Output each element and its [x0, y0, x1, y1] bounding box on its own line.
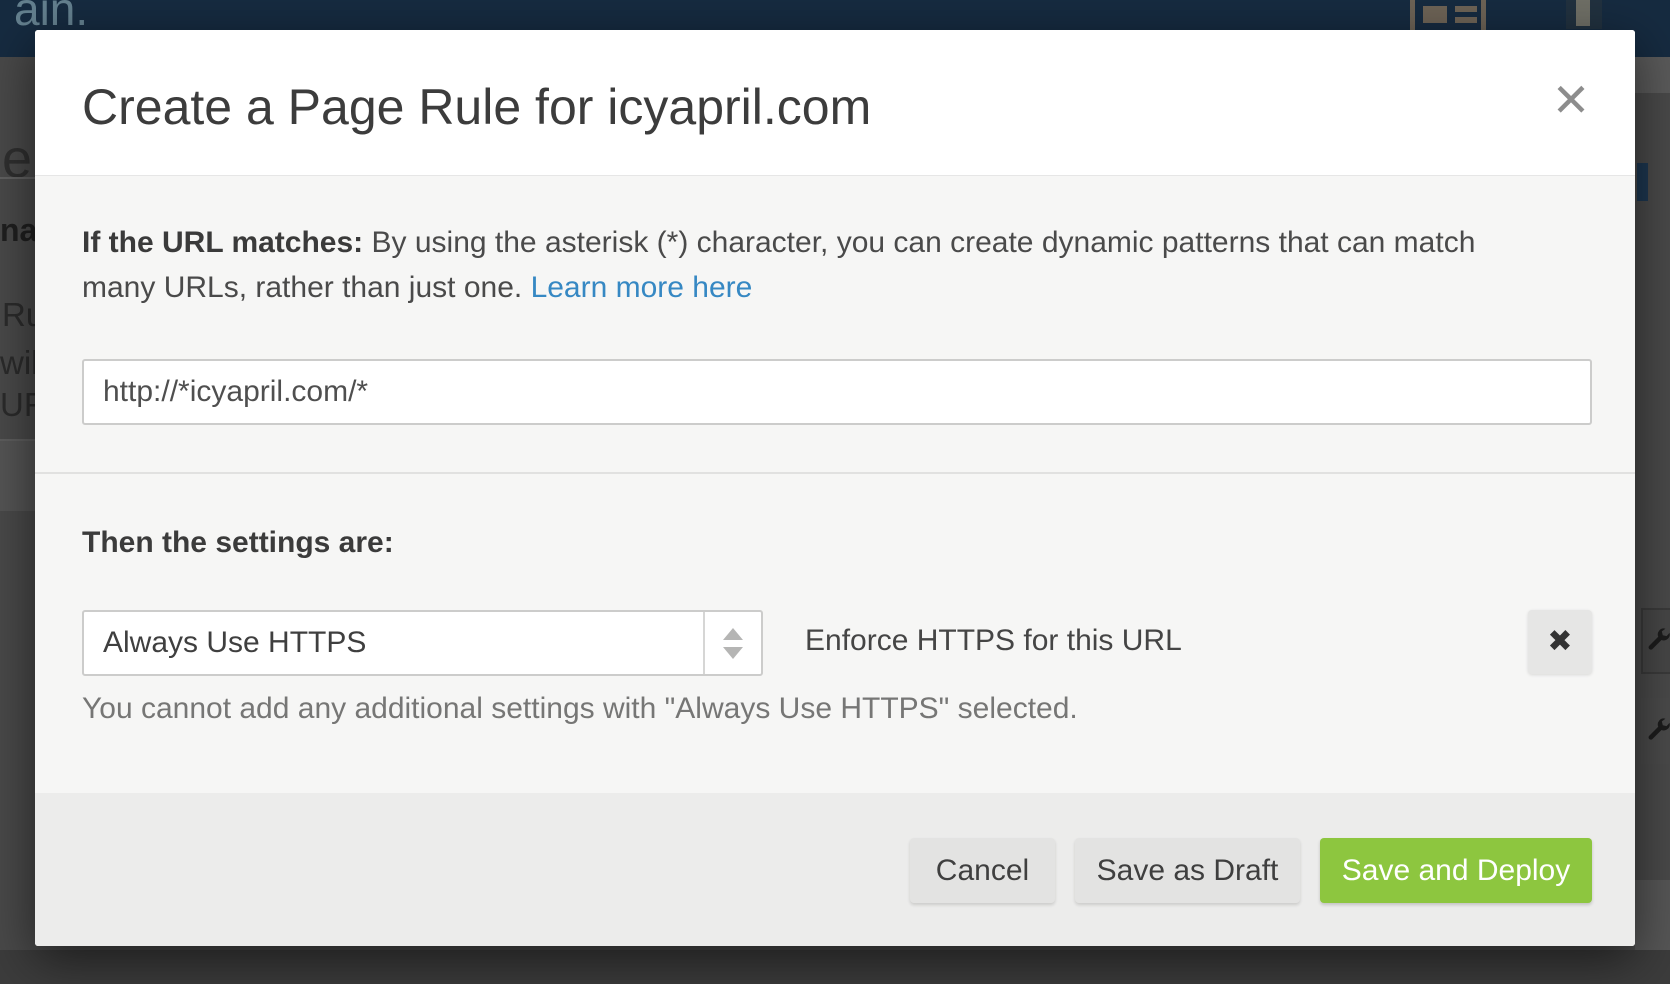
setting-note: You cannot add any additional settings w… — [82, 692, 1078, 726]
save-as-draft-button[interactable]: Save as Draft — [1075, 838, 1300, 903]
close-icon[interactable]: ✕ — [1539, 68, 1603, 132]
remove-setting-button[interactable]: ✖ — [1528, 610, 1592, 674]
url-match-description: If the URL matches: By using the asteris… — [82, 220, 1552, 310]
save-and-deploy-button[interactable]: Save and Deploy — [1320, 838, 1592, 903]
setting-select[interactable]: Always Use HTTPS — [82, 610, 763, 676]
modal-title: Create a Page Rule for icyapril.com — [82, 78, 871, 136]
create-page-rule-modal: Create a Page Rule for icyapril.com ✕ If… — [35, 30, 1635, 946]
remove-setting-icon: ✖ — [1547, 625, 1572, 658]
backdrop-bottom — [0, 950, 1670, 984]
backdrop-band — [1635, 880, 1670, 950]
setting-select-value: Always Use HTTPS — [103, 612, 366, 674]
backdrop-divider — [0, 177, 35, 179]
section-divider — [35, 472, 1635, 474]
backdrop-table-header — [0, 441, 35, 511]
backdrop-text-fragment: e — [2, 128, 32, 190]
settings-heading: Then the settings are: — [82, 526, 394, 560]
backdrop-band — [1635, 57, 1670, 93]
modal-footer: Cancel Save as Draft Save and Deploy — [35, 793, 1635, 946]
modal-header: Create a Page Rule for icyapril.com ✕ — [35, 30, 1635, 176]
learn-more-link[interactable]: Learn more here — [531, 271, 753, 304]
wrench-icon — [1646, 716, 1670, 742]
wrench-icon — [1646, 626, 1670, 652]
url-match-label: If the URL matches: — [82, 226, 363, 259]
stepper-down-icon — [723, 647, 743, 659]
stepper-up-icon — [723, 628, 743, 640]
backdrop-button-edge — [1637, 163, 1648, 201]
select-stepper[interactable] — [703, 612, 761, 674]
cancel-button[interactable]: Cancel — [910, 838, 1055, 903]
url-pattern-input[interactable] — [82, 359, 1592, 425]
setting-description: Enforce HTTPS for this URL — [805, 624, 1182, 658]
panel-icon — [1566, 0, 1602, 29]
